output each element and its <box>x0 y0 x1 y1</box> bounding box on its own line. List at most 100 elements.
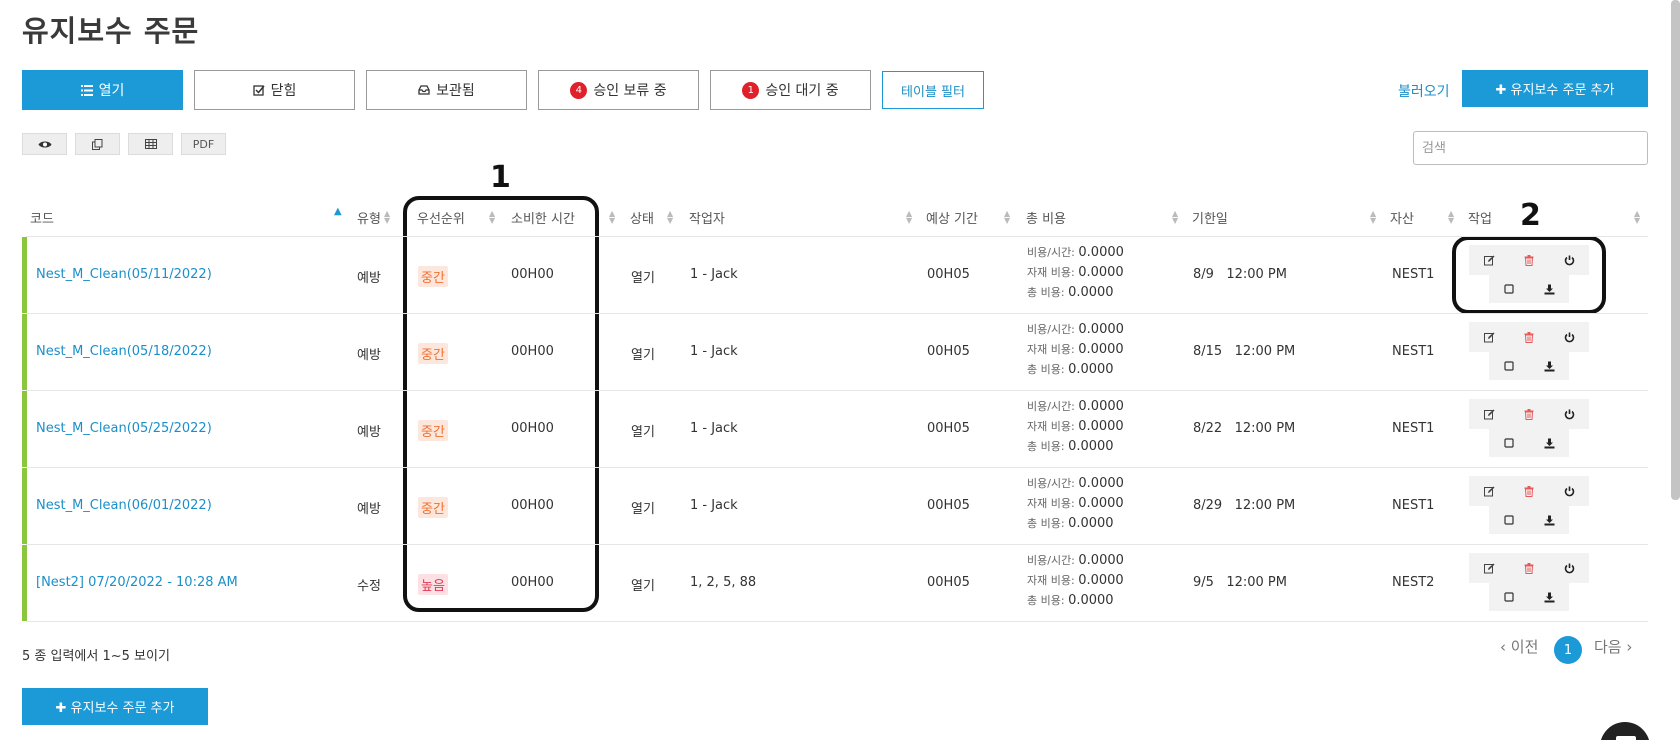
estimated-duration: 00H05 <box>927 575 970 590</box>
edit-icon[interactable] <box>1479 481 1499 501</box>
cost-total: 총 비용: 0.0000 <box>1027 439 1114 454</box>
edit-icon[interactable] <box>1479 250 1499 270</box>
priority-badge: 중간 <box>418 420 448 441</box>
sort-icon[interactable]: ▲ ▼ <box>1448 210 1454 225</box>
sort-icon[interactable]: ▲ ▼ <box>1370 210 1376 225</box>
column-header-total-cost[interactable]: 총 비용 <box>1026 208 1066 227</box>
column-header-type[interactable]: 유형 <box>357 208 381 227</box>
sort-icon[interactable]: ▲ ▼ <box>1172 210 1178 225</box>
column-header-priority[interactable]: 우선순위 <box>417 208 465 227</box>
download-icon[interactable] <box>1539 587 1559 607</box>
power-icon[interactable] <box>1559 481 1579 501</box>
copy-button[interactable] <box>75 133 120 155</box>
delete-icon[interactable] <box>1519 327 1539 347</box>
square-icon[interactable] <box>1499 510 1519 530</box>
order-code-link[interactable]: Nest_M_Clean(06/01/2022) <box>36 498 212 513</box>
order-code-link[interactable]: Nest_M_Clean(05/11/2022) <box>36 267 212 282</box>
delete-icon[interactable] <box>1519 481 1539 501</box>
power-icon[interactable] <box>1559 558 1579 578</box>
column-header-asset[interactable]: 자산 <box>1390 208 1414 227</box>
cost-breakdown: 비용/시간: 0.0000 자재 비용: 0.0000 총 비용: 0.0000 <box>1027 474 1124 534</box>
column-header-worker[interactable]: 작업자 <box>689 208 725 227</box>
sort-icon[interactable]: ▲ ▼ <box>489 210 495 225</box>
delete-icon[interactable] <box>1519 404 1539 424</box>
column-header-due-date[interactable]: 기한일 <box>1192 208 1228 227</box>
page-title: 유지보수 주문 <box>22 14 200 48</box>
edit-icon[interactable] <box>1479 327 1499 347</box>
tab-approval-pending-label: 승인 보류 중 <box>593 83 667 99</box>
view-tool-buttons: PDF <box>22 133 226 155</box>
edit-icon[interactable] <box>1479 404 1499 424</box>
excel-button[interactable] <box>128 133 173 155</box>
order-code-link[interactable]: Nest_M_Clean(05/18/2022) <box>36 344 212 359</box>
order-type: 예방 <box>357 502 381 517</box>
download-icon[interactable] <box>1539 356 1559 376</box>
column-header-code[interactable]: 코드 <box>30 208 54 227</box>
search-input[interactable] <box>1413 131 1648 165</box>
download-icon[interactable] <box>1539 279 1559 299</box>
cost-per-hour: 비용/시간: 0.0000 <box>1027 476 1124 491</box>
tab-closed[interactable]: 닫힘 <box>194 70 355 110</box>
download-icon[interactable] <box>1539 510 1559 530</box>
square-icon[interactable] <box>1499 433 1519 453</box>
sort-icon[interactable]: ▲ ▼ <box>1004 210 1010 225</box>
row-status-bar <box>22 314 27 390</box>
visibility-button[interactable] <box>22 133 67 155</box>
time-spent: 00H00 <box>511 344 554 359</box>
square-icon[interactable] <box>1499 279 1519 299</box>
sort-icon[interactable]: ▲ ▼ <box>1634 210 1640 225</box>
sort-icon[interactable]: ▲ ▼ <box>667 210 673 225</box>
power-icon[interactable] <box>1559 250 1579 270</box>
estimated-duration: 00H05 <box>927 267 970 282</box>
column-header-time-spent[interactable]: 소비한 시간 <box>511 208 575 227</box>
annotation-number-2: 2 <box>1520 198 1541 233</box>
order-code-link[interactable]: [Nest2] 07/20/2022 - 10:28 AM <box>36 575 238 590</box>
sort-icon[interactable]: ▲ ▼ <box>906 210 912 225</box>
tab-approval-pending[interactable]: 4 승인 보류 중 <box>538 70 699 110</box>
prev-page-link[interactable]: ‹ 이전 <box>1500 636 1538 657</box>
worker: 1, 2, 5, 88 <box>690 575 757 590</box>
pdf-button[interactable]: PDF <box>181 133 226 155</box>
import-link[interactable]: 불러오기 <box>1398 81 1450 101</box>
table-filter-button[interactable]: 테이블 필터 <box>882 71 984 109</box>
column-header-status[interactable]: 상태 <box>630 208 654 227</box>
chat-widget-button[interactable] <box>1600 722 1650 740</box>
pending-count-badge: 4 <box>570 81 588 99</box>
time-spent: 00H00 <box>511 267 554 282</box>
inbox-icon <box>418 85 430 95</box>
priority-badge: 중간 <box>418 266 448 287</box>
column-header-estimated[interactable]: 예상 기간 <box>926 208 978 227</box>
order-type: 예방 <box>357 271 381 286</box>
cost-material: 자재 비용: 0.0000 <box>1027 265 1124 280</box>
cost-material: 자재 비용: 0.0000 <box>1027 573 1124 588</box>
page-number-current[interactable]: 1 <box>1554 636 1582 664</box>
delete-icon[interactable] <box>1519 558 1539 578</box>
power-icon[interactable] <box>1559 327 1579 347</box>
square-icon[interactable] <box>1499 587 1519 607</box>
sort-icon[interactable]: ▲ ▼ <box>609 210 615 225</box>
order-code-link[interactable]: Nest_M_Clean(05/25/2022) <box>36 421 212 436</box>
cost-total: 총 비용: 0.0000 <box>1027 516 1114 531</box>
next-page-link[interactable]: 다음 › <box>1594 636 1632 657</box>
add-maintenance-order-button-bottom[interactable]: ✚ 유지보수 주문 추가 <box>22 688 208 725</box>
tab-open[interactable]: 열기 <box>22 70 183 110</box>
delete-icon[interactable] <box>1519 250 1539 270</box>
edit-icon[interactable] <box>1479 558 1499 578</box>
row-status-bar <box>22 545 27 621</box>
sort-asc-icon[interactable]: ▲ <box>334 207 342 217</box>
tab-approval-waiting[interactable]: 1 승인 대기 중 <box>710 70 871 110</box>
add-maintenance-order-button[interactable]: ✚ 유지보수 주문 추가 <box>1462 70 1648 107</box>
power-icon[interactable] <box>1559 404 1579 424</box>
priority-badge: 중간 <box>418 343 448 364</box>
list-icon <box>80 84 93 96</box>
download-icon[interactable] <box>1539 433 1559 453</box>
tab-archived[interactable]: 보관됨 <box>366 70 527 110</box>
square-icon[interactable] <box>1499 356 1519 376</box>
table-row: Nest_M_Clean(05/18/2022) 예방 중간 00H00 열기 … <box>22 314 1648 390</box>
cost-breakdown: 비용/시간: 0.0000 자재 비용: 0.0000 총 비용: 0.0000 <box>1027 243 1124 303</box>
annotation-number-1: 1 <box>490 160 511 195</box>
sort-icon[interactable]: ▲ ▼ <box>384 210 390 225</box>
due-date: 8/29 12:00 PM <box>1193 498 1296 513</box>
tab-approval-waiting-label: 승인 대기 중 <box>765 83 839 99</box>
page-scrollbar[interactable] <box>1671 0 1680 500</box>
